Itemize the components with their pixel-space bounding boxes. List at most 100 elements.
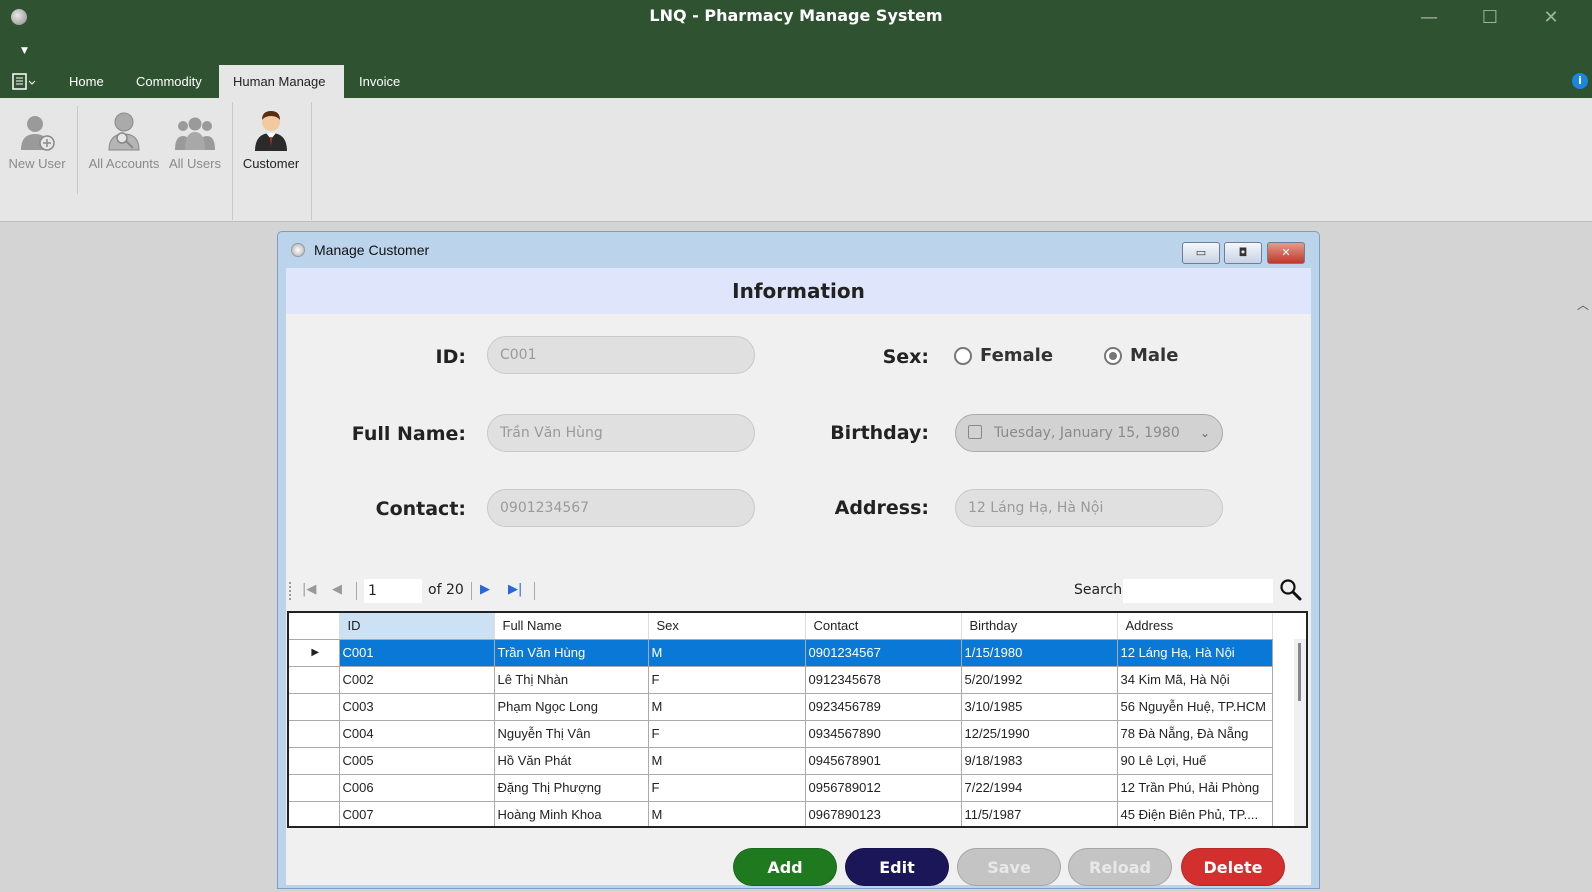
scrollbar-thumb[interactable] bbox=[1298, 643, 1301, 701]
cell-sex[interactable]: M bbox=[648, 801, 806, 826]
delete-button[interactable]: Delete bbox=[1181, 848, 1285, 886]
minimize-button[interactable]: — bbox=[1414, 4, 1444, 32]
cell-sex[interactable]: F bbox=[648, 720, 806, 748]
info-icon[interactable]: i bbox=[1572, 73, 1588, 89]
cell-contact[interactable]: 0945678901 bbox=[805, 747, 962, 775]
cell-contact[interactable]: 0956789012 bbox=[805, 774, 962, 802]
quick-access-dropdown-icon[interactable]: ▼ bbox=[21, 46, 28, 56]
tab-human-manage[interactable]: Human Manage bbox=[219, 65, 344, 98]
column-header-address[interactable]: Address bbox=[1117, 613, 1273, 640]
cell-birthday[interactable]: 11/5/1987 bbox=[961, 801, 1118, 826]
column-header-contact[interactable]: Contact bbox=[805, 613, 962, 640]
cell-contact[interactable]: 0934567890 bbox=[805, 720, 962, 748]
move-first-icon[interactable]: |◀ bbox=[302, 582, 316, 597]
child-close-button[interactable]: ✕ bbox=[1267, 242, 1305, 264]
cell-birthday[interactable]: 9/18/1983 bbox=[961, 747, 1118, 775]
tab-home[interactable]: Home bbox=[55, 65, 118, 98]
cell-birthday[interactable]: 7/22/1994 bbox=[961, 774, 1118, 802]
cell-full-name[interactable]: Phạm Ngọc Long bbox=[494, 693, 649, 721]
cell-address[interactable]: 45 Điện Biên Phủ, TP.... bbox=[1117, 801, 1273, 826]
app-menu-icon[interactable] bbox=[12, 73, 40, 93]
tab-invoice[interactable]: Invoice bbox=[345, 65, 414, 98]
save-button[interactable]: Save bbox=[957, 848, 1061, 886]
move-last-icon[interactable]: ▶| bbox=[508, 582, 522, 597]
cell-id[interactable]: C004 bbox=[339, 720, 495, 748]
column-header-full-name[interactable]: Full Name bbox=[494, 613, 649, 640]
sex-male-radio[interactable]: Male bbox=[1104, 345, 1178, 366]
move-next-icon[interactable]: ▶ bbox=[480, 582, 490, 597]
column-header-sex[interactable]: Sex bbox=[648, 613, 806, 640]
child-minimize-button[interactable]: ▭ bbox=[1182, 242, 1220, 264]
cell-full-name[interactable]: Trần Văn Hùng bbox=[494, 639, 649, 667]
cell-id[interactable]: C007 bbox=[339, 801, 495, 826]
table-row[interactable]: C002 Lê Thị Nhàn F 0912345678 5/20/1992 … bbox=[289, 666, 1273, 694]
cell-full-name[interactable]: Hồ Văn Phát bbox=[494, 747, 649, 775]
maximize-button[interactable]: ☐ bbox=[1475, 4, 1505, 32]
cell-sex[interactable]: F bbox=[648, 666, 806, 694]
cell-full-name[interactable]: Nguyễn Thị Vân bbox=[494, 720, 649, 748]
search-input[interactable] bbox=[1123, 579, 1273, 603]
cell-id[interactable]: C002 bbox=[339, 666, 495, 694]
cell-contact[interactable]: 0923456789 bbox=[805, 693, 962, 721]
new-user-button[interactable]: New User bbox=[6, 108, 68, 171]
table-row[interactable]: C003 Phạm Ngọc Long M 0923456789 3/10/19… bbox=[289, 693, 1273, 721]
cell-address[interactable]: 34 Kim Mã, Hà Nội bbox=[1117, 666, 1273, 694]
row-header[interactable] bbox=[289, 774, 340, 802]
all-users-button[interactable]: All Users bbox=[166, 108, 224, 171]
cell-id[interactable]: C001 bbox=[339, 639, 495, 667]
row-header[interactable] bbox=[289, 693, 340, 721]
cell-full-name[interactable]: Hoàng Minh Khoa bbox=[494, 801, 649, 826]
row-pointer-icon[interactable]: ▶ bbox=[289, 639, 340, 667]
grid-scrollbar[interactable] bbox=[1294, 639, 1306, 826]
tab-commodity[interactable]: Commodity bbox=[122, 65, 216, 98]
id-field[interactable]: C001 bbox=[487, 336, 755, 374]
edit-button[interactable]: Edit bbox=[845, 848, 949, 886]
search-icon[interactable] bbox=[1279, 578, 1303, 602]
cell-id[interactable]: C003 bbox=[339, 693, 495, 721]
cell-full-name[interactable]: Đặng Thị Phượng bbox=[494, 774, 649, 802]
collapse-ribbon-icon[interactable]: ︿ bbox=[1577, 296, 1589, 313]
cell-contact[interactable]: 0901234567 bbox=[805, 639, 962, 667]
add-button[interactable]: Add bbox=[733, 848, 837, 886]
table-row[interactable]: C006 Đặng Thị Phượng F 0956789012 7/22/1… bbox=[289, 774, 1273, 802]
row-header[interactable] bbox=[289, 747, 340, 775]
sex-female-radio[interactable]: Female bbox=[954, 345, 1053, 366]
row-header[interactable] bbox=[289, 666, 340, 694]
cell-full-name[interactable]: Lê Thị Nhàn bbox=[494, 666, 649, 694]
cell-address[interactable]: 78 Đà Nẵng, Đà Nẵng bbox=[1117, 720, 1273, 748]
cell-contact[interactable]: 0912345678 bbox=[805, 666, 962, 694]
cell-sex[interactable]: F bbox=[648, 774, 806, 802]
row-header[interactable] bbox=[289, 801, 340, 826]
cell-address[interactable]: 90 Lê Lợi, Huế bbox=[1117, 747, 1273, 775]
address-field[interactable]: 12 Láng Hạ, Hà Nội bbox=[955, 489, 1223, 527]
reload-button[interactable]: Reload bbox=[1068, 848, 1172, 886]
column-header-id[interactable]: ID bbox=[339, 613, 495, 640]
contact-field[interactable]: 0901234567 bbox=[487, 489, 755, 527]
cell-birthday[interactable]: 5/20/1992 bbox=[961, 666, 1118, 694]
customer-grid[interactable]: ID Full Name Sex Contact Birthday Addres… bbox=[287, 611, 1308, 828]
column-header-birthday[interactable]: Birthday bbox=[961, 613, 1118, 640]
full-name-field[interactable]: Trần Văn Hùng bbox=[487, 414, 755, 452]
close-button[interactable]: ✕ bbox=[1536, 4, 1566, 32]
cell-address[interactable]: 12 Trần Phú, Hải Phòng bbox=[1117, 774, 1273, 802]
position-input[interactable]: 1 bbox=[364, 579, 422, 603]
birthday-date-picker[interactable]: Tuesday, January 15, 1980 ⌄ bbox=[955, 414, 1223, 452]
child-restore-button[interactable]: ◘ bbox=[1224, 242, 1262, 264]
cell-id[interactable]: C006 bbox=[339, 774, 495, 802]
table-row[interactable]: C007 Hoàng Minh Khoa M 0967890123 11/5/1… bbox=[289, 801, 1273, 826]
row-header[interactable] bbox=[289, 720, 340, 748]
cell-address[interactable]: 56 Nguyễn Huệ, TP.HCM bbox=[1117, 693, 1273, 721]
cell-birthday[interactable]: 3/10/1985 bbox=[961, 693, 1118, 721]
cell-sex[interactable]: M bbox=[648, 639, 806, 667]
cell-sex[interactable]: M bbox=[648, 747, 806, 775]
customer-button[interactable]: Customer bbox=[238, 108, 304, 171]
table-row[interactable]: ▶ C001 Trần Văn Hùng M 0901234567 1/15/1… bbox=[289, 639, 1273, 667]
cell-address[interactable]: 12 Láng Hạ, Hà Nội bbox=[1117, 639, 1273, 667]
cell-birthday[interactable]: 1/15/1980 bbox=[961, 639, 1118, 667]
table-row[interactable]: C005 Hồ Văn Phát M 0945678901 9/18/1983 … bbox=[289, 747, 1273, 775]
cell-contact[interactable]: 0967890123 bbox=[805, 801, 962, 826]
table-row[interactable]: C004 Nguyễn Thị Vân F 0934567890 12/25/1… bbox=[289, 720, 1273, 748]
cell-birthday[interactable]: 12/25/1990 bbox=[961, 720, 1118, 748]
cell-id[interactable]: C005 bbox=[339, 747, 495, 775]
move-previous-icon[interactable]: ◀ bbox=[332, 582, 342, 597]
